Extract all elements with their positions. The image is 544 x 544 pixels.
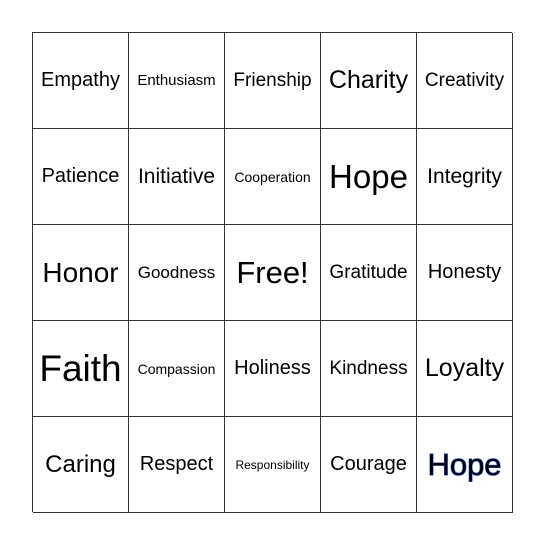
bingo-cell[interactable]: Faith [33, 321, 129, 417]
bingo-cell[interactable]: Honesty [417, 225, 513, 321]
bingo-cell[interactable]: Creativity [417, 33, 513, 129]
cell-label: Free! [236, 254, 309, 290]
cell-label: Honesty [427, 261, 502, 283]
bingo-cell[interactable]: Compassion [129, 321, 225, 417]
bingo-cell[interactable]: Responsibility [225, 417, 321, 513]
cell-label: Empathy [41, 69, 120, 91]
cell-label: Initiative [137, 164, 216, 188]
bingo-cell[interactable]: Enthusiasm [129, 33, 225, 129]
bingo-cell[interactable]: Kindness [321, 321, 417, 417]
bingo-cell[interactable]: Goodness [129, 225, 225, 321]
bingo-cell[interactable]: Courage [321, 417, 417, 513]
cell-label: Frienship [233, 69, 312, 91]
cell-label: Integrity [427, 164, 502, 188]
bingo-cell[interactable]: Free! [225, 225, 321, 321]
cell-label: Creativity [424, 69, 505, 91]
bingo-cell[interactable]: Cooperation [225, 129, 321, 225]
cell-label: Holiness [234, 357, 311, 379]
bingo-card: Empathy Enthusiasm Frienship Charity Creativ… [32, 32, 513, 513]
cell-label: Charity [328, 66, 409, 94]
bingo-cell[interactable]: Empathy [33, 33, 129, 129]
cell-label: Hope [329, 157, 408, 195]
cell-label: Gratitude [329, 261, 408, 283]
bingo-cell[interactable]: Initiative [129, 129, 225, 225]
bingo-cell[interactable]: Holiness [225, 321, 321, 417]
bingo-cell[interactable]: Gratitude [321, 225, 417, 321]
bingo-cell[interactable]: Hope [417, 417, 513, 513]
cell-label: Honor [42, 256, 119, 288]
bingo-cell[interactable]: Hope [321, 129, 417, 225]
bingo-cell[interactable]: Caring [33, 417, 129, 513]
bingo-cell[interactable]: Frienship [225, 33, 321, 129]
cell-label: Goodness [137, 262, 216, 282]
cell-label: Compassion [137, 360, 216, 377]
cell-label: Loyalty [424, 354, 505, 382]
cell-label: Caring [45, 450, 116, 478]
cell-label: Patience [41, 165, 120, 187]
cell-label: Hope [427, 446, 502, 482]
bingo-cell[interactable]: Respect [129, 417, 225, 513]
cell-label: Cooperation [234, 168, 311, 185]
bingo-cell[interactable]: Loyalty [417, 321, 513, 417]
cell-label: Faith [39, 347, 122, 389]
cell-label: Courage [330, 453, 407, 475]
cell-label: Kindness [329, 357, 408, 379]
bingo-cell[interactable]: Integrity [417, 129, 513, 225]
bingo-cell[interactable]: Patience [33, 129, 129, 225]
bingo-cell[interactable]: Honor [33, 225, 129, 321]
bingo-cell[interactable]: Charity [321, 33, 417, 129]
cell-label: Respect [139, 453, 214, 475]
cell-label: Enthusiasm [137, 72, 216, 89]
cell-label: Responsibility [235, 457, 310, 472]
